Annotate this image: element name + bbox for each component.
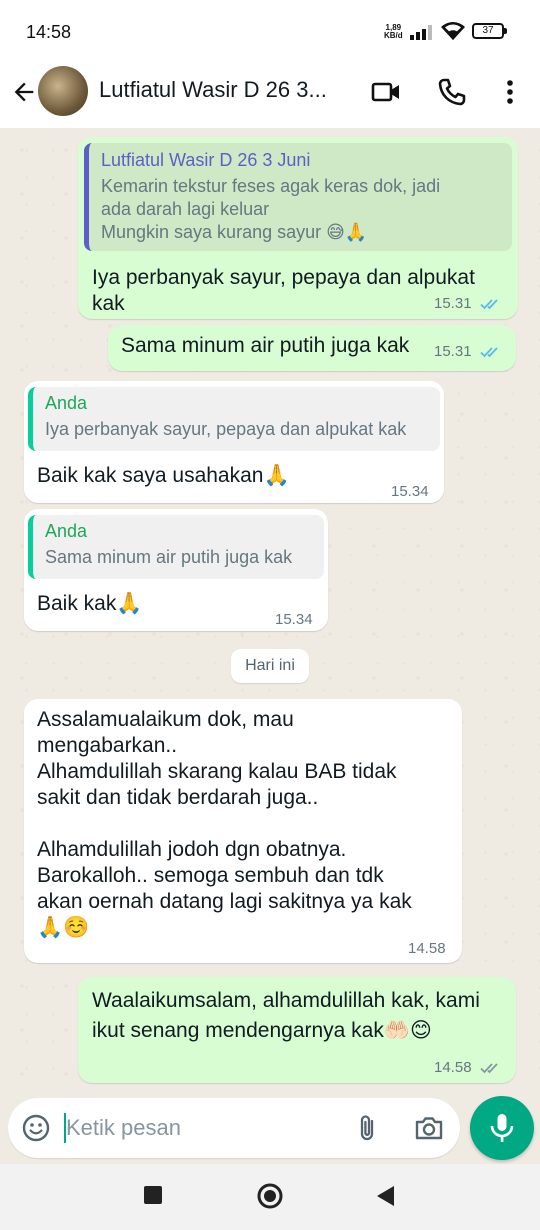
read-ticks-icon — [480, 299, 498, 310]
message-text: Iya perbanyak sayur, pepaya dan alpukat … — [92, 266, 475, 315]
message-text: Baik kak saya usahakan🙏 — [37, 464, 290, 487]
contact-avatar[interactable] — [38, 66, 88, 116]
message-text: Assalamualaikum dok, mau mengabarkan.. A… — [37, 708, 412, 939]
more-options-icon[interactable] — [494, 76, 526, 108]
message-text: Baik kak🙏 — [37, 592, 143, 615]
message-bubble-incoming[interactable]: Anda Sama minum air putih juga kak Baik … — [24, 509, 328, 631]
back-arrow-icon[interactable] — [10, 78, 38, 106]
quoted-author: Lutfiatul Wasir D 26 3 Juni — [101, 150, 311, 170]
quoted-text: Kemarin tekstur feses agak keras dok, ja… — [101, 176, 441, 242]
battery-icon: 37 — [472, 23, 507, 39]
message-bubble-outgoing[interactable]: Waalaikumsalam, alhamdulillah kak, kami … — [78, 977, 516, 1083]
contact-name[interactable]: Lutfiatul Wasir D 26 3... — [99, 77, 327, 103]
quoted-author: Anda — [45, 393, 88, 413]
recents-button-icon[interactable] — [142, 1184, 164, 1206]
message-time: 14.58 — [408, 940, 446, 957]
home-button-icon[interactable] — [256, 1182, 284, 1210]
read-ticks-icon — [480, 347, 498, 358]
message-text: Waalaikumsalam, alhamdulillah kak, kami … — [92, 989, 480, 1042]
back-button-icon[interactable] — [374, 1184, 398, 1208]
message-time: 15.31 — [434, 295, 472, 312]
quoted-text: Iya perbanyak sayur, pepaya dan alpukat … — [45, 419, 407, 439]
signal-icon — [410, 25, 432, 40]
video-call-icon[interactable] — [370, 76, 402, 108]
chat-area[interactable]: Lutfiatul Wasir D 26 3 Juni Kemarin teks… — [0, 128, 540, 1088]
quoted-author: Anda — [45, 521, 88, 541]
message-time: 15.34 — [275, 611, 313, 628]
camera-icon[interactable] — [413, 1112, 445, 1144]
system-nav-bar — [0, 1164, 540, 1230]
mic-button[interactable] — [470, 1096, 534, 1160]
message-meta: 14.58 — [434, 1059, 502, 1076]
network-speed: 1,89 KB/d — [384, 24, 403, 40]
chat-header: Lutfiatul Wasir D 26 3... — [0, 60, 540, 128]
message-time: 14.58 — [434, 1059, 472, 1076]
mic-icon — [490, 1114, 514, 1142]
quoted-text: Sama minum air putih juga kak — [45, 547, 293, 567]
message-bubble-incoming[interactable]: Anda Iya perbanyak sayur, pepaya dan alp… — [24, 381, 444, 503]
voice-call-icon[interactable] — [436, 76, 468, 108]
message-meta: 15.31 — [434, 295, 502, 312]
message-input[interactable]: Ketik pesan — [8, 1098, 460, 1158]
message-bubble-outgoing[interactable]: Sama minum air putih juga kak 15.31 — [108, 325, 516, 371]
wifi-icon — [441, 22, 465, 40]
quoted-message[interactable]: Anda Iya perbanyak sayur, pepaya dan alp… — [28, 387, 440, 451]
message-bubble-outgoing[interactable]: Lutfiatul Wasir D 26 3 Juni Kemarin teks… — [78, 137, 518, 319]
message-time: 15.31 — [434, 343, 472, 360]
quoted-message[interactable]: Lutfiatul Wasir D 26 3 Juni Kemarin teks… — [84, 143, 512, 251]
attach-icon[interactable] — [352, 1112, 384, 1144]
message-bubble-incoming[interactable]: Assalamualaikum dok, mau mengabarkan.. A… — [24, 699, 462, 963]
message-meta: 15.31 — [434, 343, 502, 360]
status-time: 14:58 — [26, 22, 72, 42]
emoji-icon[interactable] — [20, 1112, 52, 1144]
message-text: Sama minum air putih juga kak — [121, 334, 410, 357]
network-speed-unit: KB/d — [384, 31, 403, 40]
message-composer: Ketik pesan — [0, 1088, 540, 1164]
status-bar: 14:58 1,89 KB/d 37 — [0, 0, 540, 60]
message-input-placeholder: Ketik pesan — [66, 1115, 181, 1140]
day-divider: Hari ini — [231, 649, 309, 683]
delivered-ticks-icon — [480, 1063, 498, 1074]
quoted-message[interactable]: Anda Sama minum air putih juga kak — [28, 515, 324, 579]
message-time: 15.34 — [391, 483, 429, 500]
